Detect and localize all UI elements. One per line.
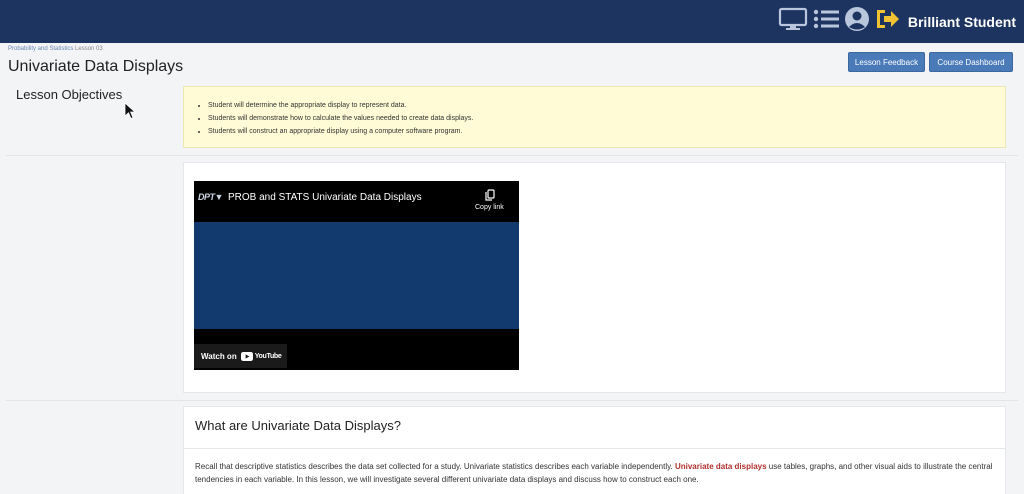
section-divider <box>6 400 1018 401</box>
watch-on-label: Watch on <box>201 351 237 361</box>
monitor-icon[interactable] <box>778 7 808 36</box>
topbar-actions: Brilliant Student <box>778 0 1016 43</box>
student-name[interactable]: Brilliant Student <box>908 14 1016 30</box>
watch-on-youtube-button[interactable]: Watch on YouTube <box>194 344 287 368</box>
section-divider <box>6 155 1018 156</box>
objectives-heading: Lesson Objectives <box>16 87 123 102</box>
breadcrumb-lesson: Lesson 03 <box>75 46 103 52</box>
youtube-logo: YouTube <box>240 351 282 361</box>
section-body: Recall that descriptive statistics descr… <box>195 460 1000 486</box>
lesson-feedback-button[interactable]: Lesson Feedback <box>848 52 925 72</box>
course-dashboard-button[interactable]: Course Dashboard <box>929 52 1013 72</box>
objectives-box: Student will determine the appropriate d… <box>183 86 1006 148</box>
objective-item: Students will demonstrate how to calcula… <box>208 112 473 125</box>
section-title: What are Univariate Data Displays? <box>195 418 401 433</box>
page-title: Univariate Data Displays <box>8 58 184 75</box>
objective-item: Students will construct an appropriate d… <box>208 125 473 138</box>
youtube-label: YouTube <box>254 352 282 360</box>
highlighted-term: Univariate data displays <box>674 462 767 471</box>
breadcrumb: Probability and Statistics Lesson 03 <box>8 46 103 52</box>
youtube-icon <box>240 351 253 361</box>
video-title[interactable]: PROB and STATS Univariate Data Displays <box>228 192 422 203</box>
sign-out-icon[interactable] <box>874 7 900 36</box>
objectives-list: Student will determine the appropriate d… <box>208 99 473 138</box>
card-divider <box>184 448 1005 449</box>
video-player[interactable]: DPT▼ PROB and STATS Univariate Data Disp… <box>194 181 519 370</box>
video-frame <box>194 222 519 329</box>
lesson-header: Probability and Statistics Lesson 03 Uni… <box>0 43 1024 80</box>
channel-logo-icon: DPT▼ <box>198 192 223 202</box>
top-navbar: Brilliant Student <box>0 0 1024 43</box>
breadcrumb-course[interactable]: Probability and Statistics <box>8 46 73 52</box>
list-icon[interactable] <box>812 7 840 36</box>
body-text: Recall that descriptive statistics descr… <box>195 462 675 471</box>
account-icon[interactable] <box>844 6 870 37</box>
objective-item: Student will determine the appropriate d… <box>208 99 473 112</box>
mouse-cursor-icon <box>124 102 137 125</box>
copy-link-label[interactable]: Copy link <box>475 204 504 211</box>
